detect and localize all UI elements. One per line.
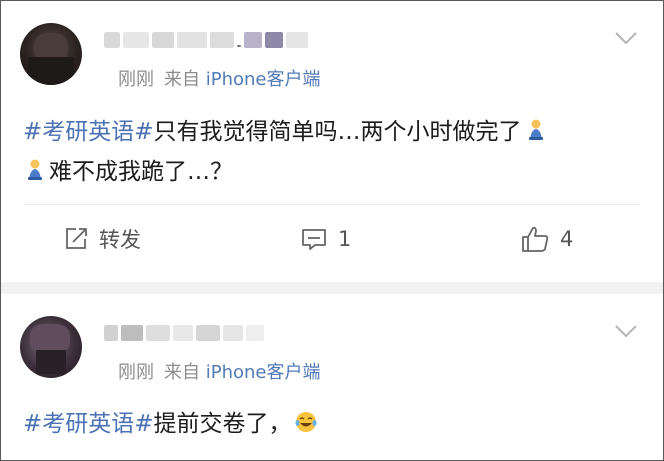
- feed-post: 刚刚 来自 iPhone客户端 #考研英语#提前交卷了，: [1, 294, 663, 460]
- blur-block: [123, 32, 149, 48]
- post-content: #考研英语#提前交卷了，: [23, 404, 643, 444]
- content-line: 难不成我跪了…？: [23, 152, 643, 192]
- repost-icon: [66, 228, 87, 249]
- avatar-blur-block: [36, 350, 66, 374]
- blur-block: [196, 325, 220, 341]
- via-label: 来自: [164, 362, 200, 383]
- like-count: 4: [560, 227, 574, 251]
- blur-block: [244, 32, 262, 48]
- post-source[interactable]: iPhone客户端: [206, 69, 321, 90]
- username-blurred[interactable]: [104, 320, 264, 346]
- username-blurred[interactable]: [104, 27, 308, 53]
- post-time: 刚刚: [118, 69, 154, 90]
- post-meta: 刚刚 来自 iPhone客户端: [118, 358, 321, 384]
- kneeling-person-emoji: [528, 119, 543, 140]
- blur-block: [286, 32, 308, 48]
- via-label: 来自: [164, 69, 200, 90]
- blur-block: [152, 32, 174, 48]
- post-time: 刚刚: [118, 362, 154, 383]
- topic-link[interactable]: #考研英语#: [23, 411, 154, 437]
- content-text: 难不成我跪了…？: [49, 159, 233, 185]
- post-meta: 刚刚 来自 iPhone客户端: [118, 65, 321, 91]
- chevron-down-icon[interactable]: [615, 324, 637, 338]
- blur-block: [177, 32, 207, 48]
- avatar[interactable]: [20, 316, 82, 378]
- repost-label: 转发: [99, 228, 141, 252]
- topic-link[interactable]: #考研英语#: [23, 119, 154, 145]
- comment-count: 1: [338, 227, 352, 251]
- feed-post: 刚刚 来自 iPhone客户端 #考研英语#只有我觉得简单吗…两个小时做完了 难不…: [1, 1, 663, 282]
- thumbs-up-icon: [522, 226, 549, 252]
- feed-separator: [1, 282, 663, 294]
- avatar-blur-block: [28, 57, 74, 85]
- avatar[interactable]: [20, 23, 82, 85]
- blur-block: [237, 45, 241, 47]
- blur-block: [223, 325, 243, 341]
- blur-block: [104, 325, 118, 341]
- comment-icon: [302, 229, 326, 250]
- post-content: #考研英语#只有我觉得简单吗…两个小时做完了 难不成我跪了…？: [23, 112, 643, 192]
- blur-block: [146, 325, 170, 341]
- blur-block: [173, 325, 193, 341]
- blur-block: [265, 32, 283, 48]
- blur-block: [104, 32, 120, 48]
- chevron-down-icon[interactable]: [615, 31, 637, 45]
- content-line: #考研英语#只有我觉得简单吗…两个小时做完了: [23, 112, 643, 152]
- weibo-feed: 刚刚 来自 iPhone客户端 #考研英语#只有我觉得简单吗…两个小时做完了 难不…: [0, 0, 664, 461]
- repost-button[interactable]: 转发: [63, 219, 141, 259]
- content-text: 只有我觉得简单吗…两个小时做完了: [153, 119, 522, 145]
- like-button[interactable]: 4: [520, 219, 573, 259]
- post-source[interactable]: iPhone客户端: [206, 362, 321, 383]
- divider: [23, 204, 641, 205]
- blur-block: [210, 32, 234, 48]
- blur-block: [121, 325, 143, 341]
- blur-block: [246, 325, 264, 341]
- tears-of-joy-emoji: [295, 412, 317, 432]
- comment-button[interactable]: 1: [300, 219, 351, 259]
- kneeling-person-emoji: [28, 159, 42, 180]
- content-text: 提前交卷了，: [153, 411, 292, 437]
